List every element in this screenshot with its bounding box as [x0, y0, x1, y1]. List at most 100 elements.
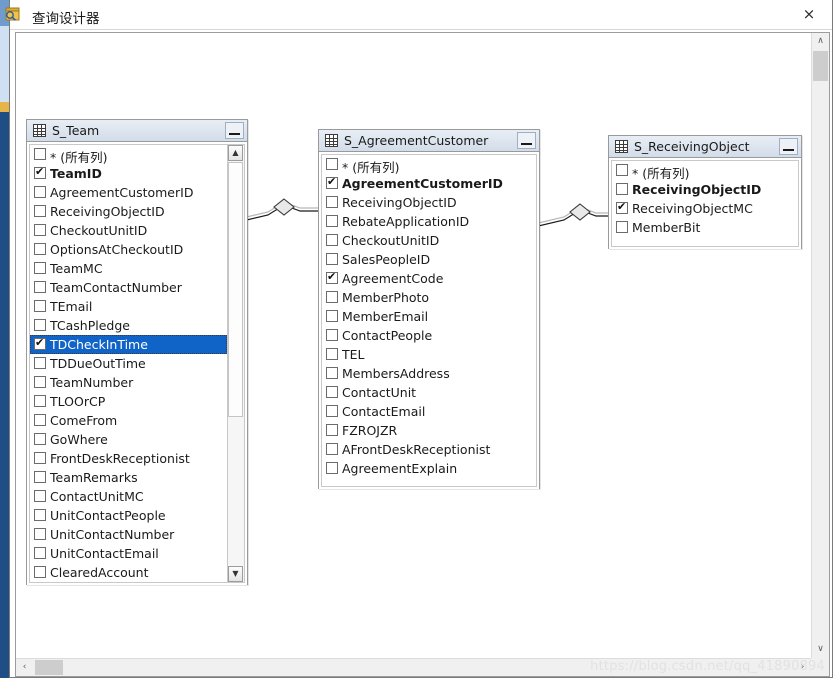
minimize-button[interactable] [517, 132, 536, 149]
field-row[interactable]: TeamID [30, 164, 227, 183]
checkbox-icon[interactable] [326, 462, 338, 474]
checkbox-icon[interactable] [326, 215, 338, 227]
checkbox-icon[interactable] [34, 376, 46, 388]
checkbox-icon[interactable] [34, 452, 46, 464]
table-header[interactable]: S_ReceivingObject [609, 136, 801, 158]
checkbox-icon[interactable] [34, 566, 46, 578]
vertical-scrollbar-thumb[interactable] [813, 51, 828, 81]
field-row[interactable]: AgreementCustomerID [322, 174, 536, 193]
scroll-left-icon[interactable]: ‹ [16, 659, 33, 676]
checkbox-icon[interactable] [616, 221, 628, 233]
minimize-button[interactable] [779, 138, 798, 155]
field-list-scrollbar[interactable]: ▲ ▼ [228, 144, 245, 583]
table-header[interactable]: S_Team [27, 120, 247, 142]
checkbox-icon[interactable] [34, 243, 46, 255]
field-row[interactable]: TeamNumber [30, 373, 227, 392]
field-row[interactable]: SalesPeopleID [322, 250, 536, 269]
diagram-surface[interactable]: S_Team * (所有列)TeamIDAgreementCustomerIDR… [16, 33, 811, 658]
field-row[interactable]: CheckoutUnitID [322, 231, 536, 250]
checkbox-icon[interactable] [616, 164, 628, 176]
checkbox-icon[interactable] [34, 433, 46, 445]
vertical-scrollbar[interactable]: ∧ ∨ [811, 33, 829, 658]
checkbox-icon[interactable] [34, 148, 46, 160]
join-connector-team-agreementcustomer[interactable] [238, 193, 330, 229]
checkbox-icon[interactable] [326, 158, 338, 170]
field-list[interactable]: * (所有列)ReceivingObjectID ReceivingObjectM… [611, 160, 799, 247]
field-row[interactable]: AgreementExplain [322, 459, 536, 478]
field-row[interactable]: ContactUnit [322, 383, 536, 402]
field-list[interactable]: * (所有列)TeamID AgreementCustomerID Receivin… [29, 144, 228, 583]
field-row[interactable]: TLOOrCP [30, 392, 227, 411]
field-row[interactable]: RebateApplicationID [322, 212, 536, 231]
checkbox-icon[interactable] [326, 405, 338, 417]
checkbox-icon[interactable] [326, 253, 338, 265]
scroll-down-icon[interactable]: ▼ [228, 566, 243, 582]
checkbox-icon[interactable] [34, 319, 46, 331]
checkbox-icon[interactable] [34, 186, 46, 198]
checkbox-icon[interactable] [326, 196, 338, 208]
field-row[interactable]: ReceivingObjectID [612, 180, 798, 199]
field-row[interactable]: ReceivingObjectID [322, 193, 536, 212]
checkbox-icon[interactable] [326, 291, 338, 303]
table-header[interactable]: S_AgreementCustomer [319, 130, 539, 152]
field-row[interactable]: TDDueOutTime [30, 354, 227, 373]
field-row[interactable]: TeamRemarks [30, 468, 227, 487]
field-row[interactable]: ComeFrom [30, 411, 227, 430]
field-row[interactable]: TEL [322, 345, 536, 364]
checkbox-icon[interactable] [34, 357, 46, 369]
field-row[interactable]: ClearedAccount [30, 563, 227, 582]
field-row[interactable]: ContactPeople [322, 326, 536, 345]
field-row[interactable]: GoWhere [30, 430, 227, 449]
field-row[interactable]: TeamContactNumber [30, 278, 227, 297]
field-row[interactable]: UnitContactPeople [30, 506, 227, 525]
field-row[interactable]: AFrontDeskReceptionist [322, 440, 536, 459]
field-row[interactable]: TCashPledge [30, 316, 227, 335]
scroll-right-icon[interactable]: › [794, 659, 811, 676]
checkbox-icon[interactable] [326, 424, 338, 436]
scroll-down-icon[interactable]: ∨ [812, 641, 829, 658]
checkbox-icon[interactable] [34, 395, 46, 407]
field-row[interactable]: * (所有列) [612, 161, 798, 181]
checkbox-checked-icon[interactable] [326, 270, 338, 284]
field-row[interactable]: TDCheckInTime [30, 335, 227, 354]
table-box-s-agreementcustomer[interactable]: S_AgreementCustomer * (所有列)AgreementCust… [318, 129, 540, 489]
field-row[interactable]: TEmail [30, 297, 227, 316]
scroll-up-icon[interactable]: ▲ [228, 145, 243, 161]
checkbox-icon[interactable] [34, 300, 46, 312]
checkbox-icon[interactable] [34, 205, 46, 217]
field-row[interactable]: MemberEmail [322, 307, 536, 326]
checkbox-icon[interactable] [326, 386, 338, 398]
checkbox-icon[interactable] [34, 414, 46, 426]
field-row[interactable]: AgreementCustomerID [30, 183, 227, 202]
checkbox-icon[interactable] [326, 234, 338, 246]
close-button[interactable]: × [786, 0, 832, 29]
field-row[interactable]: AgreementCode [322, 269, 536, 288]
checkbox-icon[interactable] [326, 367, 338, 379]
checkbox-checked-icon[interactable] [34, 336, 46, 350]
checkbox-icon[interactable] [326, 329, 338, 341]
checkbox-checked-icon[interactable] [326, 175, 338, 189]
table-box-s-receivingobject[interactable]: S_ReceivingObject * (所有列) ReceivingObject… [608, 135, 802, 249]
table-box-s-team[interactable]: S_Team * (所有列)TeamID AgreementCustomerID R… [26, 119, 248, 585]
checkbox-icon[interactable] [34, 262, 46, 274]
checkbox-icon[interactable] [326, 443, 338, 455]
checkbox-icon[interactable] [616, 183, 628, 195]
checkbox-icon[interactable] [34, 547, 46, 559]
field-row[interactable]: FZROJZR [322, 421, 536, 440]
field-list[interactable]: * (所有列)AgreementCustomerID ReceivingObjec… [321, 154, 537, 487]
horizontal-scrollbar[interactable]: ‹ › [16, 658, 811, 676]
field-row[interactable]: CheckoutUnitID [30, 221, 227, 240]
field-row[interactable]: MemberPhoto [322, 288, 536, 307]
field-row[interactable]: ContactEmail [322, 402, 536, 421]
scrollbar-thumb[interactable] [228, 162, 243, 417]
checkbox-icon[interactable] [34, 281, 46, 293]
field-row[interactable]: ReceivingObjectID [30, 202, 227, 221]
checkbox-icon[interactable] [34, 509, 46, 521]
field-row[interactable]: ReceivingObjectMC [612, 199, 798, 218]
checkbox-icon[interactable] [34, 471, 46, 483]
checkbox-icon[interactable] [34, 490, 46, 502]
field-row[interactable]: TeamMC [30, 259, 227, 278]
field-row[interactable]: UnitContactNumber [30, 525, 227, 544]
field-row[interactable]: MemberBit [612, 218, 798, 237]
field-row[interactable]: * (所有列) [30, 145, 227, 165]
